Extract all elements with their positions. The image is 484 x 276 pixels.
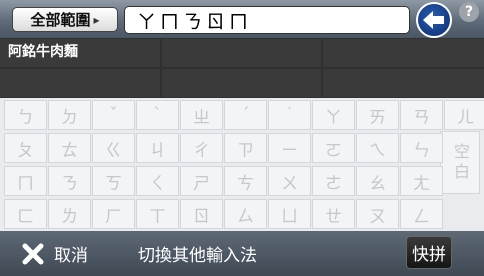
key-zhuyin[interactable]: ㄝ [312, 199, 355, 229]
key-zhuyin[interactable]: ㄎ [92, 166, 135, 196]
close-icon [22, 243, 44, 264]
switch-input-method-button[interactable]: 切換其他輸入法 [138, 237, 257, 270]
space-key[interactable]: 空白 [440, 131, 480, 194]
key-zhuyin[interactable]: ㄩ [268, 199, 311, 229]
key-zhuyin[interactable]: ㄗ [224, 133, 267, 163]
key-zhuyin[interactable]: ˙ [268, 100, 311, 130]
arrow-left-icon [423, 11, 444, 29]
key-zhuyin[interactable]: ㄠ [356, 166, 399, 196]
bottom-bar: 取消 切換其他輸入法 快拼 [0, 231, 484, 276]
key-zhuyin[interactable]: ㄑ [136, 166, 179, 196]
backspace-button[interactable] [416, 2, 452, 38]
key-zhuyin[interactable]: ㄏ [92, 199, 135, 229]
key-zhuyin[interactable]: ㄔ [180, 133, 223, 163]
key-zhuyin[interactable]: ㄖ [180, 199, 223, 229]
key-zhuyin[interactable]: ㄚ [312, 100, 355, 130]
scope-label: 全部範圍 [30, 11, 91, 29]
key-zhuyin[interactable]: ㄣ [400, 133, 443, 163]
key-zhuyin[interactable]: ㄤ [400, 166, 443, 196]
top-bar: 全部範圍 ▸ ? [0, 0, 484, 38]
key-zhuyin[interactable]: ㄓ [180, 100, 223, 130]
key-zhuyin[interactable]: ˋ [136, 100, 179, 130]
key-zhuyin[interactable]: ㄋ [48, 166, 91, 196]
help-button[interactable]: ? [459, 2, 479, 22]
key-zhuyin[interactable]: ㄐ [136, 133, 179, 163]
key-zhuyin[interactable]: ㄒ [136, 199, 179, 229]
key-zhuyin[interactable]: ㄇ [4, 166, 47, 196]
key-zhuyin[interactable]: ㄆ [4, 133, 47, 163]
key-zhuyin[interactable]: ㄞ [356, 100, 399, 130]
key-zhuyin[interactable]: ㄛ [312, 133, 355, 163]
zhuyin-keyboard: 空白 ㄅㄉ ˇ ˋ ㄓ ˊ ˙ ㄚㄞㄢㄦㄆㄊㄍㄐㄔㄗㄧㄛㄟㄣㄇㄋㄎㄑㄕㄘㄨㄜㄠㄤㄈㄌㄏㄒㄖㄙ… [0, 98, 484, 231]
cancel-button[interactable]: 取消 [22, 237, 88, 270]
key-zhuyin[interactable]: ㄈ [4, 199, 47, 229]
key-zhuyin[interactable]: ㄘ [224, 166, 267, 196]
result-cell[interactable] [323, 69, 484, 97]
key-zhuyin[interactable]: ㄜ [312, 166, 355, 196]
key-zhuyin[interactable]: ˇ [92, 100, 135, 130]
result-cell[interactable] [162, 39, 321, 67]
key-zhuyin[interactable]: ㄟ [356, 133, 399, 163]
key-zhuyin[interactable]: ㄥ [400, 199, 443, 229]
scope-button[interactable]: 全部範圍 ▸ [12, 7, 118, 32]
search-input[interactable] [124, 6, 410, 34]
chevron-right-icon: ▸ [93, 12, 100, 27]
key-zhuyin[interactable]: ㄦ [444, 100, 484, 130]
key-zhuyin[interactable]: ㄌ [48, 199, 91, 229]
results-grid: 阿銘牛肉麵 [0, 38, 484, 98]
key-zhuyin[interactable]: ㄅ [4, 100, 47, 130]
key-zhuyin[interactable]: ㄡ [356, 199, 399, 229]
key-zhuyin[interactable]: ㄧ [268, 133, 311, 163]
key-zhuyin[interactable]: ㄢ [400, 100, 443, 130]
result-cell[interactable]: 阿銘牛肉麵 [0, 39, 160, 67]
key-zhuyin[interactable]: ㄨ [268, 166, 311, 196]
key-zhuyin[interactable]: ㄍ [92, 133, 135, 163]
key-zhuyin[interactable]: ㄊ [48, 133, 91, 163]
key-zhuyin[interactable]: ㄕ [180, 166, 223, 196]
input-mode-button[interactable]: 快拼 [406, 236, 452, 269]
key-zhuyin[interactable]: ㄉ [48, 100, 91, 130]
result-cell[interactable] [162, 69, 321, 97]
result-cell[interactable] [323, 39, 484, 67]
key-zhuyin[interactable]: ˊ [224, 100, 267, 130]
result-cell[interactable] [0, 69, 160, 97]
key-zhuyin[interactable]: ㄙ [224, 199, 267, 229]
cancel-label: 取消 [54, 246, 88, 266]
